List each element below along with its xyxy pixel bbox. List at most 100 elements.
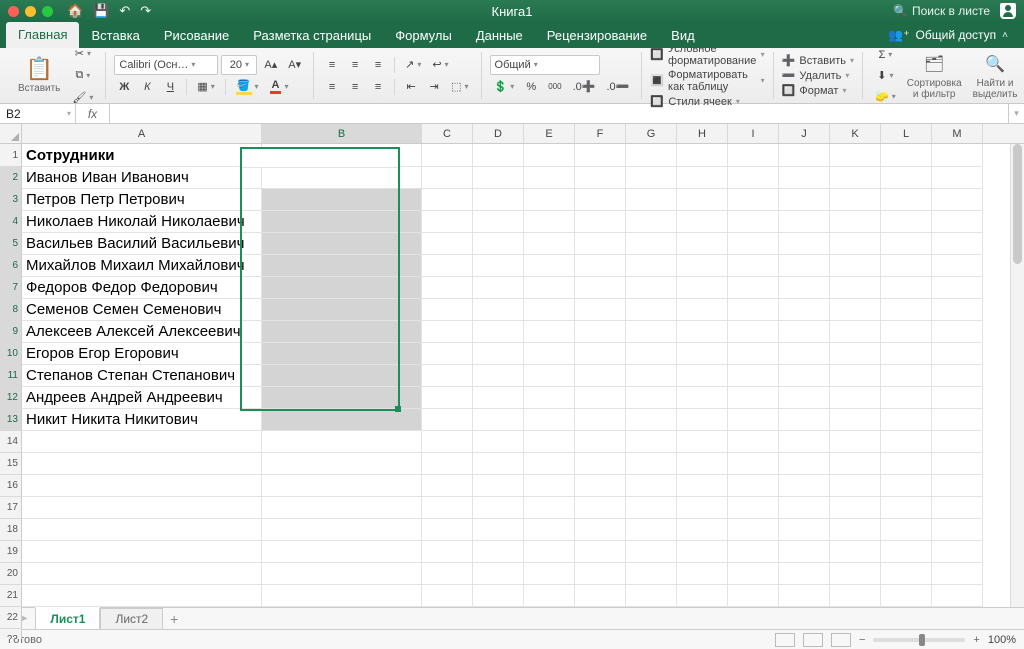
- cell-L13[interactable]: [881, 409, 932, 431]
- tab-formulas[interactable]: Формулы: [383, 23, 464, 48]
- cell-G10[interactable]: [626, 343, 677, 365]
- cell-I10[interactable]: [728, 343, 779, 365]
- cell-L12[interactable]: [881, 387, 932, 409]
- zoom-out-button[interactable]: −: [859, 634, 865, 646]
- cell-J10[interactable]: [779, 343, 830, 365]
- cell-I13[interactable]: [728, 409, 779, 431]
- cell-A1[interactable]: Сотрудники: [22, 144, 262, 167]
- row-header-8[interactable]: 8: [0, 299, 22, 321]
- row-header-9[interactable]: 9: [0, 321, 22, 343]
- cell-L4[interactable]: [881, 211, 932, 233]
- cell-I2[interactable]: [728, 167, 779, 189]
- cell-D15[interactable]: [473, 453, 524, 475]
- cell-E4[interactable]: [524, 211, 575, 233]
- cell-I1[interactable]: [728, 144, 779, 167]
- row-header-6[interactable]: 6: [0, 255, 22, 277]
- cell-C20[interactable]: [422, 563, 473, 585]
- cell-A16[interactable]: [22, 475, 262, 497]
- cell-M1[interactable]: [932, 144, 983, 167]
- cell-G15[interactable]: [626, 453, 677, 475]
- add-sheet-button[interactable]: +: [163, 611, 185, 627]
- cell-G11[interactable]: [626, 365, 677, 387]
- cell-C15[interactable]: [422, 453, 473, 475]
- formula-input[interactable]: [110, 104, 1008, 123]
- cell-J1[interactable]: [779, 144, 830, 167]
- decrease-indent-button[interactable]: ⇤: [401, 77, 421, 97]
- cell-B9[interactable]: [262, 321, 422, 343]
- cell-M15[interactable]: [932, 453, 983, 475]
- cell-D9[interactable]: [473, 321, 524, 343]
- column-header-A[interactable]: A: [22, 124, 262, 143]
- cell-C13[interactable]: [422, 409, 473, 431]
- cell-B11[interactable]: [262, 365, 422, 387]
- cell-M10[interactable]: [932, 343, 983, 365]
- cell-D3[interactable]: [473, 189, 524, 211]
- cell-G9[interactable]: [626, 321, 677, 343]
- cell-C9[interactable]: [422, 321, 473, 343]
- cell-L2[interactable]: [881, 167, 932, 189]
- save-icon[interactable]: 💾: [93, 3, 109, 19]
- cell-B4[interactable]: [262, 211, 422, 233]
- cell-I7[interactable]: [728, 277, 779, 299]
- cell-B14[interactable]: [262, 431, 422, 453]
- cell-E17[interactable]: [524, 497, 575, 519]
- bold-button[interactable]: Ж: [114, 77, 134, 97]
- close-window-button[interactable]: [8, 6, 19, 17]
- share-button[interactable]: 👥⁺ Общий доступ ˄: [888, 22, 1024, 48]
- cell-G17[interactable]: [626, 497, 677, 519]
- cell-E16[interactable]: [524, 475, 575, 497]
- expand-formula-bar-button[interactable]: ▾: [1008, 104, 1024, 123]
- sort-filter-button[interactable]: 🗂 Сортировка и фильтр: [903, 52, 966, 100]
- sheet-search[interactable]: 🔍 Поиск в листе: [893, 4, 990, 18]
- cell-F17[interactable]: [575, 497, 626, 519]
- cells-area[interactable]: СотрудникиОтделыИванов Иван ИвановичПетр…: [22, 144, 1024, 639]
- cell-E11[interactable]: [524, 365, 575, 387]
- cell-J5[interactable]: [779, 233, 830, 255]
- cell-B18[interactable]: [262, 519, 422, 541]
- cell-H9[interactable]: [677, 321, 728, 343]
- view-page-break-button[interactable]: [831, 633, 851, 647]
- row-header-17[interactable]: 17: [0, 497, 22, 519]
- cell-F18[interactable]: [575, 519, 626, 541]
- cell-H15[interactable]: [677, 453, 728, 475]
- row-header-11[interactable]: 11: [0, 365, 22, 387]
- cell-L7[interactable]: [881, 277, 932, 299]
- cell-I14[interactable]: [728, 431, 779, 453]
- cell-M7[interactable]: [932, 277, 983, 299]
- cell-C6[interactable]: [422, 255, 473, 277]
- cell-F4[interactable]: [575, 211, 626, 233]
- cell-F5[interactable]: [575, 233, 626, 255]
- cell-F6[interactable]: [575, 255, 626, 277]
- cell-J15[interactable]: [779, 453, 830, 475]
- cell-H3[interactable]: [677, 189, 728, 211]
- percent-button[interactable]: %: [521, 77, 541, 97]
- cell-K10[interactable]: [830, 343, 881, 365]
- cell-G1[interactable]: [626, 144, 677, 167]
- tab-drawing[interactable]: Рисование: [152, 23, 241, 48]
- cell-E14[interactable]: [524, 431, 575, 453]
- row-header-7[interactable]: 7: [0, 277, 22, 299]
- cell-L18[interactable]: [881, 519, 932, 541]
- cell-E20[interactable]: [524, 563, 575, 585]
- tab-page-layout[interactable]: Разметка страницы: [241, 23, 383, 48]
- increase-decimal-button[interactable]: .0➕: [569, 77, 600, 97]
- column-header-B[interactable]: B: [262, 124, 422, 143]
- cell-L8[interactable]: [881, 299, 932, 321]
- cell-C2[interactable]: [422, 167, 473, 189]
- cell-K15[interactable]: [830, 453, 881, 475]
- cell-F8[interactable]: [575, 299, 626, 321]
- cell-K11[interactable]: [830, 365, 881, 387]
- cell-K12[interactable]: [830, 387, 881, 409]
- cell-G5[interactable]: [626, 233, 677, 255]
- view-page-layout-button[interactable]: [803, 633, 823, 647]
- find-select-button[interactable]: 🔍 Найти и выделить: [969, 52, 1022, 100]
- cell-A11[interactable]: Степанов Степан Степанович: [22, 365, 262, 387]
- cell-G18[interactable]: [626, 519, 677, 541]
- cell-H4[interactable]: [677, 211, 728, 233]
- align-right-button[interactable]: ≡: [368, 77, 388, 97]
- cell-F2[interactable]: [575, 167, 626, 189]
- undo-icon[interactable]: ↶: [119, 3, 130, 19]
- decrease-font-button[interactable]: A▾: [284, 55, 305, 75]
- cell-K21[interactable]: [830, 585, 881, 607]
- tab-insert[interactable]: Вставка: [79, 23, 151, 48]
